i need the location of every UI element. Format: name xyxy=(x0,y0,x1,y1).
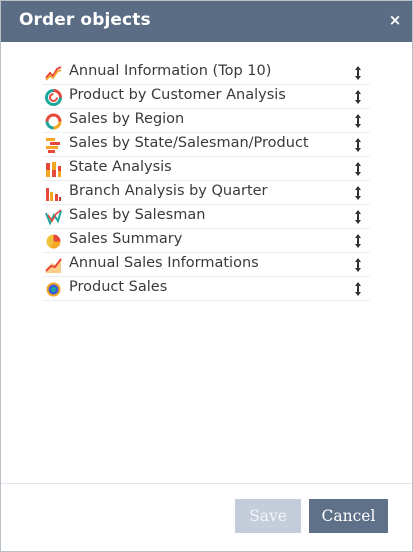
drag-handle-icon[interactable] xyxy=(354,257,362,273)
list-item-label: Product Sales xyxy=(69,279,168,295)
list-item[interactable]: Annual Sales Informations xyxy=(42,253,370,277)
drag-handle-icon[interactable] xyxy=(354,65,362,81)
list-item[interactable]: Annual Information (Top 10) xyxy=(42,61,370,85)
list-item[interactable]: Sales Summary xyxy=(42,229,370,253)
list-item-label: Sales by State/Salesman/Product xyxy=(69,135,309,151)
line-chart-icon xyxy=(45,65,62,82)
ring-chart-icon xyxy=(45,113,62,130)
list-item-label: Sales by Region xyxy=(69,111,185,127)
stacked-bar-chart-icon xyxy=(45,161,62,178)
dialog-title: Order objects xyxy=(19,10,151,30)
list-item[interactable]: Sales by State/Salesman/Product xyxy=(42,133,370,157)
list-item[interactable]: Sales by Region xyxy=(42,109,370,133)
area-line-chart-icon xyxy=(45,257,62,274)
close-icon[interactable]: × xyxy=(387,11,403,29)
footer-divider xyxy=(1,483,412,484)
donut-chart-icon xyxy=(45,89,62,106)
drag-handle-icon[interactable] xyxy=(354,209,362,225)
column-chart-icon xyxy=(45,185,62,202)
drag-handle-icon[interactable] xyxy=(354,233,362,249)
list-item-label: State Analysis xyxy=(69,159,172,175)
drag-handle-icon[interactable] xyxy=(354,161,362,177)
list-item-label: Annual Sales Informations xyxy=(69,255,259,271)
list-item[interactable]: Product by Customer Analysis xyxy=(42,85,370,109)
list-item-label: Product by Customer Analysis xyxy=(69,87,286,103)
drag-handle-icon[interactable] xyxy=(354,281,362,297)
list-item-label: Annual Information (Top 10) xyxy=(69,63,272,79)
list-item[interactable]: Sales by Salesman xyxy=(42,205,370,229)
order-objects-dialog: Order objects × Annual Information (Top … xyxy=(0,0,413,552)
drag-handle-icon[interactable] xyxy=(354,137,362,153)
list-item[interactable]: State Analysis xyxy=(42,157,370,181)
radial-chart-icon xyxy=(45,281,62,298)
drag-handle-icon[interactable] xyxy=(354,89,362,105)
horizontal-bar-chart-icon xyxy=(45,137,62,154)
list-item-label: Sales by Salesman xyxy=(69,207,206,223)
object-order-list: Annual Information (Top 10) Product by C… xyxy=(42,61,370,301)
list-item[interactable]: Product Sales xyxy=(42,277,370,301)
list-item-label: Branch Analysis by Quarter xyxy=(69,183,268,199)
list-item[interactable]: Branch Analysis by Quarter xyxy=(42,181,370,205)
pie-chart-icon xyxy=(45,233,62,250)
dialog-titlebar: Order objects × xyxy=(1,1,412,42)
list-item-label: Sales Summary xyxy=(69,231,183,247)
multi-line-chart-icon xyxy=(45,209,62,226)
cancel-button[interactable]: Cancel xyxy=(309,499,388,533)
save-button[interactable]: Save xyxy=(235,499,301,533)
drag-handle-icon[interactable] xyxy=(354,185,362,201)
drag-handle-icon[interactable] xyxy=(354,113,362,129)
